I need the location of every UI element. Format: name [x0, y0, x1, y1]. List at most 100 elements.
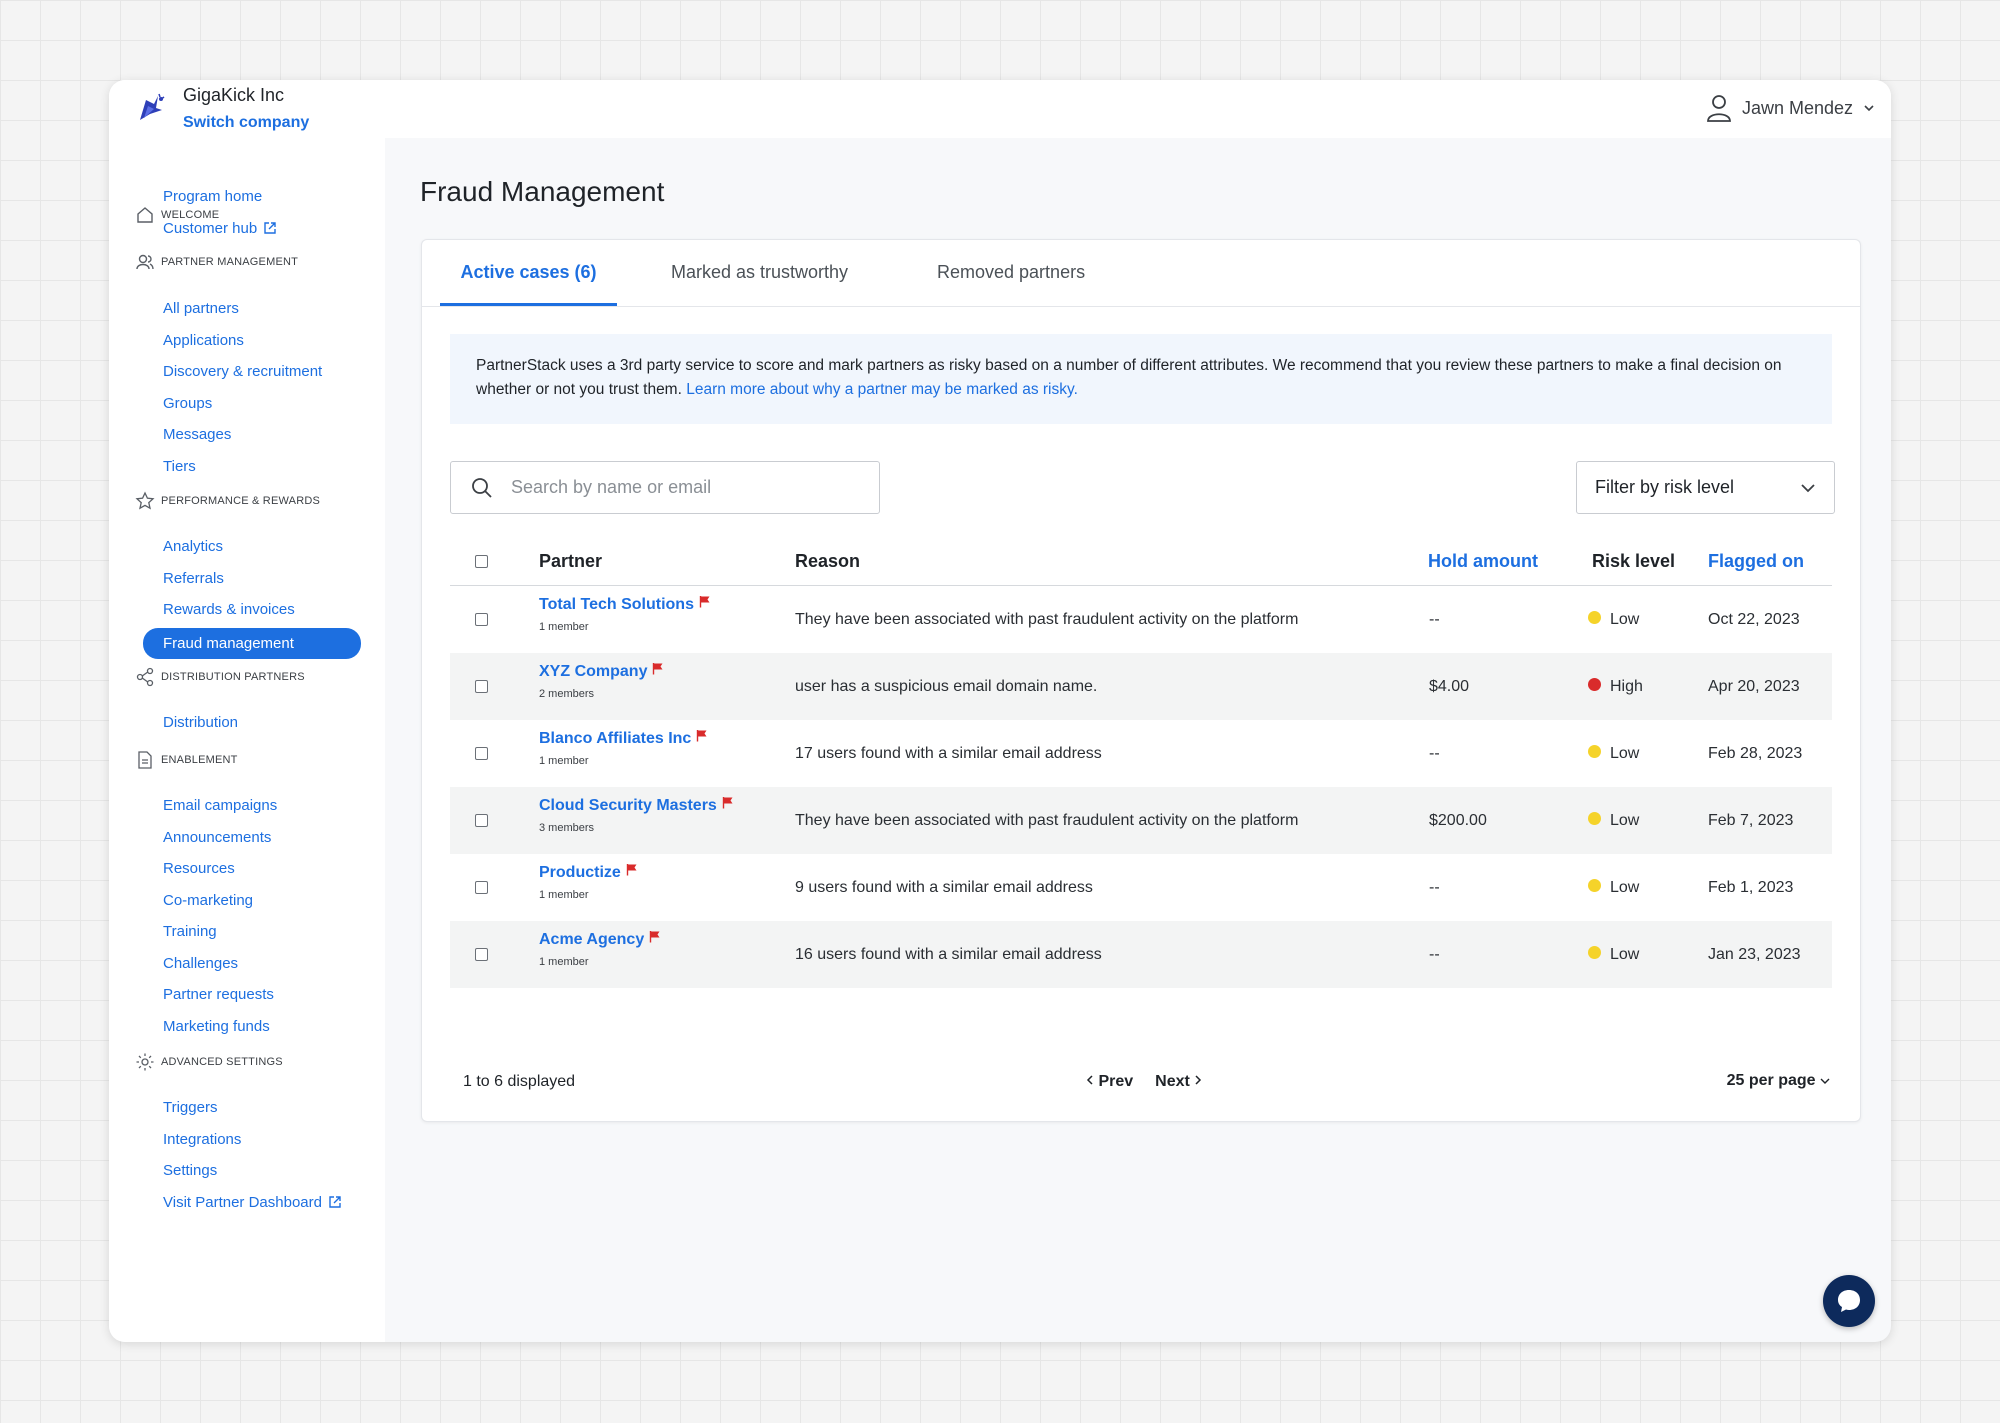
- nav-item-program-home[interactable]: Program home: [143, 181, 349, 213]
- section-header-enablement: ENABLEMENT: [109, 749, 238, 771]
- document-icon: [135, 750, 155, 770]
- hold-amount-cell: --: [1429, 611, 1440, 628]
- chat-button[interactable]: [1823, 1275, 1875, 1327]
- risk-indicator-dot: [1588, 812, 1601, 825]
- switch-company-link[interactable]: Switch company: [183, 114, 309, 132]
- brand-logo-icon: [140, 93, 165, 120]
- partner-name-link[interactable]: Productize: [539, 863, 638, 882]
- partner-name-link[interactable]: Total Tech Solutions: [539, 595, 711, 614]
- chat-icon: [1838, 1290, 1860, 1312]
- nav-item-analytics[interactable]: Analytics: [143, 531, 349, 563]
- row-checkbox[interactable]: [475, 747, 488, 760]
- nav-item-settings[interactable]: Settings: [143, 1155, 349, 1187]
- section-title: ADVANCED SETTINGS: [161, 1056, 283, 1068]
- risk-level-cell: Low: [1588, 921, 1639, 988]
- partner-name-link[interactable]: Cloud Security Masters: [539, 796, 734, 815]
- nav-item-label: Challenges: [163, 954, 239, 972]
- nav-item-label: Distribution: [163, 714, 239, 731]
- search-input[interactable]: [509, 476, 853, 499]
- risk-level-cell: Low: [1588, 586, 1639, 653]
- nav-item-label: Marketing funds: [163, 1017, 270, 1035]
- gear-icon: [135, 1052, 155, 1072]
- nav-item-fraud-management[interactable]: Fraud management: [143, 627, 361, 659]
- nav-item-tiers[interactable]: Tiers: [143, 451, 349, 483]
- nav-item-email-campaigns[interactable]: Email campaigns: [143, 790, 349, 822]
- reason-cell: user has a suspicious email domain name.: [795, 678, 1098, 695]
- row-checkbox[interactable]: [475, 680, 488, 693]
- select-all-checkbox[interactable]: [475, 555, 488, 568]
- tab-marked-trustworthy[interactable]: Marked as trustworthy: [671, 240, 848, 306]
- row-checkbox[interactable]: [475, 881, 488, 894]
- prev-page-button[interactable]: Prev: [1086, 1073, 1133, 1091]
- partner-members: 1 member: [539, 621, 589, 633]
- section-title: ENABLEMENT: [161, 754, 238, 766]
- nav-item-integrations[interactable]: Integrations: [143, 1124, 349, 1156]
- per-page-dropdown[interactable]: 25 per page: [1727, 1072, 1830, 1090]
- partner-members: 2 members: [539, 688, 595, 700]
- nav-item-customer-hub[interactable]: Customer hub: [143, 213, 349, 245]
- column-header-flagged-on[interactable]: Flagged on: [1708, 540, 1804, 582]
- partner-name: XYZ Company: [539, 663, 648, 680]
- external-link-icon: [264, 221, 276, 234]
- nav-item-groups[interactable]: Groups: [143, 388, 349, 420]
- nav-item-label: Integrations: [163, 1130, 242, 1148]
- row-checkbox[interactable]: [475, 613, 488, 626]
- tab-removed-partners[interactable]: Removed partners: [937, 240, 1085, 306]
- risk-filter-dropdown[interactable]: Filter by risk level: [1576, 461, 1835, 514]
- learn-more-link[interactable]: Learn more about why a partner may be ma…: [686, 381, 1078, 398]
- column-header-risk-level: Risk level: [1592, 551, 1676, 571]
- next-label: Next: [1155, 1073, 1190, 1090]
- hold-amount-cell: --: [1429, 745, 1440, 762]
- nav-item-label: Resources: [163, 860, 235, 877]
- search-icon: [472, 477, 492, 498]
- row-checkbox[interactable]: [475, 948, 488, 961]
- risk-level-label: Low: [1610, 812, 1640, 829]
- nav-item-label: Program home: [163, 188, 263, 205]
- section-header-performance-rewards: PERFORMANCE & REWARDS: [109, 490, 320, 512]
- nav-item-co-marketing[interactable]: Co-marketing: [143, 885, 349, 917]
- partner-name-link[interactable]: Blanco Affiliates Inc: [539, 729, 708, 748]
- nav-group-welcome: Program home Customer hub: [109, 181, 385, 244]
- risk-level-cell: High: [1588, 653, 1643, 720]
- reason-cell: 16 users found with a similar email addr…: [795, 946, 1102, 963]
- next-page-button[interactable]: Next: [1155, 1073, 1202, 1091]
- tab-active-cases[interactable]: Active cases (6): [440, 240, 617, 306]
- reason-cell: They have been associated with past frau…: [795, 611, 1299, 628]
- nav-item-announcements[interactable]: Announcements: [143, 822, 349, 854]
- top-bar: GigaKick Inc Switch company Jawn Mendez: [109, 80, 1891, 138]
- nav-item-all-partners[interactable]: All partners: [143, 293, 349, 325]
- tab-bar: Active cases (6) Marked as trustworthy R…: [422, 240, 1860, 307]
- risk-indicator-dot: [1588, 946, 1601, 959]
- search-box[interactable]: [450, 461, 880, 514]
- nav-item-training[interactable]: Training: [143, 916, 349, 948]
- nav-item-label: Applications: [163, 331, 244, 349]
- nav-item-triggers[interactable]: Triggers: [143, 1092, 349, 1124]
- table-row: Blanco Affiliates Inc 1 member 17 users fo…: [450, 720, 1832, 787]
- column-header-hold-amount[interactable]: Hold amount: [1428, 540, 1538, 582]
- nav-item-marketing-funds[interactable]: Marketing funds: [143, 1011, 349, 1043]
- nav-item-label: Discovery & recruitment: [163, 363, 323, 380]
- nav-item-challenges[interactable]: Challenges: [143, 948, 349, 980]
- partner-name-link[interactable]: XYZ Company: [539, 662, 664, 681]
- flagged-on-cell: Apr 20, 2023: [1708, 678, 1800, 695]
- partner-name-link[interactable]: Acme Agency: [539, 930, 661, 949]
- nav-item-applications[interactable]: Applications: [143, 325, 349, 357]
- nav-item-visit-partner-dashboard[interactable]: Visit Partner Dashboard: [143, 1187, 349, 1219]
- nav-item-resources[interactable]: Resources: [143, 853, 349, 885]
- row-checkbox[interactable]: [475, 814, 488, 827]
- nav-group-partner-management: All partners Applications Discovery & re…: [109, 293, 385, 482]
- nav-item-referrals[interactable]: Referrals: [143, 563, 349, 595]
- table-body: Total Tech Solutions 1 member They have be…: [450, 586, 1832, 988]
- nav-item-distribution[interactable]: Distribution: [143, 707, 349, 739]
- user-name: Jawn Mendez: [1741, 97, 1853, 118]
- table-row: Productize 1 member 9 users found with a s…: [450, 854, 1832, 921]
- risk-indicator-dot: [1588, 879, 1601, 892]
- nav-item-rewards-invoices[interactable]: Rewards & invoices: [143, 594, 349, 626]
- nav-item-discovery-recruitment[interactable]: Discovery & recruitment: [143, 356, 349, 388]
- nav-item-label: Co-marketing: [163, 891, 254, 909]
- nav-item-messages[interactable]: Messages: [143, 419, 349, 451]
- user-menu[interactable]: Jawn Mendez: [1706, 90, 1875, 126]
- nav-item-partner-requests[interactable]: Partner requests: [143, 979, 349, 1011]
- flag-icon: [697, 730, 707, 742]
- nav-item-label: Visit Partner Dashboard: [163, 1193, 322, 1211]
